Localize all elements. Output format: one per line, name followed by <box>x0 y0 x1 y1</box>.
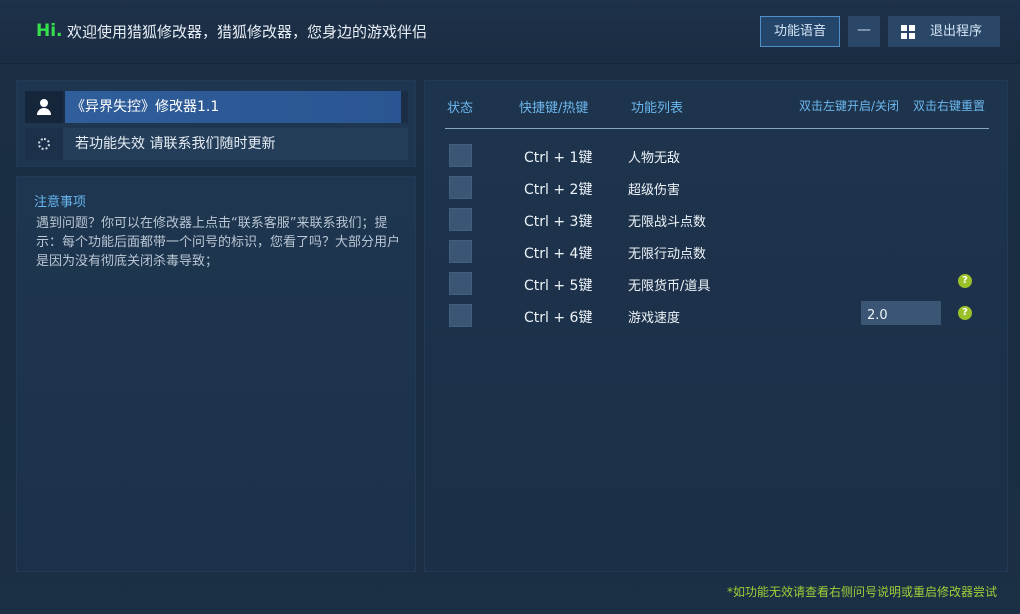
feature-name: 超级伤害 <box>628 183 681 198</box>
help-icon[interactable]: ? <box>958 306 972 320</box>
feature-name: 无限行动点数 <box>628 247 707 262</box>
column-header-hotkey: 快捷键/热键 <box>519 101 589 116</box>
game-title: 《异界失控》修改器1.1 <box>65 91 401 123</box>
feature-row[interactable]: Ctrl + 2键 超级伤害 <box>425 176 1009 202</box>
exit-button-label: 退出程序 <box>930 24 983 39</box>
status-toggle[interactable] <box>449 304 472 327</box>
update-tip-row[interactable]: 若功能失效 请联系我们随时更新 <box>25 128 408 160</box>
update-tip: 若功能失效 请联系我们随时更新 <box>75 136 276 152</box>
feature-name: 无限战斗点数 <box>628 215 707 230</box>
status-toggle[interactable] <box>449 176 472 199</box>
windows-icon <box>901 25 915 39</box>
status-toggle[interactable] <box>449 208 472 231</box>
hotkey-label: Ctrl + 1键 <box>524 150 593 166</box>
feature-row[interactable]: Ctrl + 6键 游戏速度 ? <box>425 301 1009 330</box>
status-toggle[interactable] <box>449 272 472 295</box>
hint-left-double-click: 双击左键开启/关闭 <box>799 99 900 113</box>
status-toggle[interactable] <box>449 144 472 167</box>
hotkey-label: Ctrl + 5键 <box>524 278 593 294</box>
user-icon-box <box>25 91 63 123</box>
footer-hint: *如功能无效请查看右侧问号说明或重启修改器尝试 <box>727 585 998 599</box>
feature-row[interactable]: Ctrl + 3键 无限战斗点数 <box>425 208 1009 234</box>
notice-body: 遇到问题？你可以在修改器上点击“联系客服”来联系我们；提示：每个功能后面都带一个… <box>36 216 401 269</box>
game-title-row[interactable]: 《异界失控》修改器1.1 <box>25 91 408 123</box>
status-toggle[interactable] <box>449 240 472 263</box>
greeting: Hi. <box>36 21 63 41</box>
notice-title: 注意事项 <box>34 195 87 210</box>
user-icon <box>37 99 51 115</box>
hotkey-label: Ctrl + 4键 <box>524 246 593 262</box>
feature-row[interactable]: Ctrl + 4键 无限行动点数 <box>425 240 1009 266</box>
welcome-text: 欢迎使用猎狐修改器，猎狐修改器，您身边的游戏伴侣 <box>67 23 428 41</box>
column-header-features: 功能列表 <box>631 101 684 116</box>
feature-row[interactable]: Ctrl + 5键 无限货币/道具 ? <box>425 272 1009 298</box>
voice-button[interactable]: 功能语音 <box>760 16 840 47</box>
exit-button[interactable]: 退出程序 <box>888 16 1000 47</box>
help-icon[interactable]: ? <box>958 274 972 288</box>
notice-panel: 注意事项 遇到问题？你可以在修改器上点击“联系客服”来联系我们；提示：每个功能后… <box>16 176 416 572</box>
hotkey-label: Ctrl + 6键 <box>524 310 593 326</box>
hotkey-label: Ctrl + 3键 <box>524 214 593 230</box>
loading-icon <box>38 138 50 150</box>
feature-name: 无限货币/道具 <box>628 279 711 294</box>
header-divider <box>445 128 989 129</box>
feature-name: 游戏速度 <box>628 311 681 326</box>
feature-row[interactable]: Ctrl + 1键 人物无敌 <box>425 144 1009 170</box>
game-speed-input[interactable] <box>861 301 941 325</box>
hotkey-label: Ctrl + 2键 <box>524 182 593 198</box>
game-info-panel: 《异界失控》修改器1.1 若功能失效 请联系我们随时更新 <box>16 80 416 167</box>
title-bar: Hi. 欢迎使用猎狐修改器，猎狐修改器，您身边的游戏伴侣 功能语音 — 退出程序 <box>0 0 1020 64</box>
feature-panel: 状态 快捷键/热键 功能列表 双击左键开启/关闭 双击右键重置 Ctrl + 1… <box>424 80 1008 572</box>
feature-name: 人物无敌 <box>628 151 681 166</box>
hint-right-double-click: 双击右键重置 <box>913 99 986 113</box>
loading-icon-box <box>25 128 63 160</box>
column-header-status: 状态 <box>447 101 474 116</box>
minimize-button[interactable]: — <box>848 16 880 47</box>
